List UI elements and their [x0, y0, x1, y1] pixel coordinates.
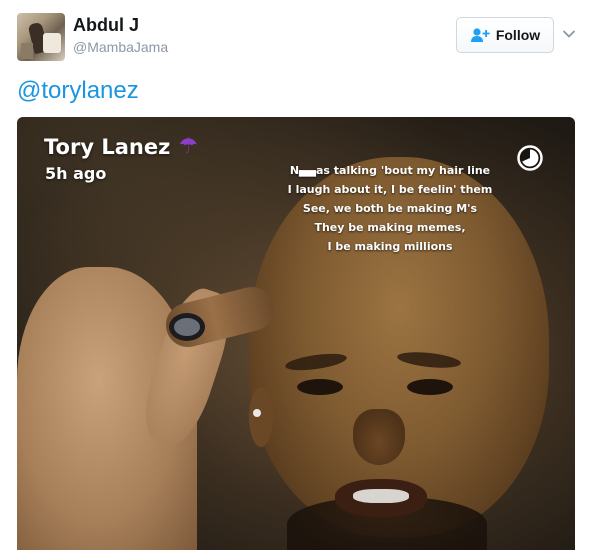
follow-button-label: Follow — [495, 27, 541, 43]
photo-eye — [297, 379, 343, 395]
tweet-card: Abdul J @MambaJama Follow @torylanez Tor… — [0, 0, 602, 550]
caption-line: I laugh about it, I be feelin' them — [287, 183, 493, 196]
snap-timer-icon — [516, 144, 544, 172]
photo-ear — [249, 387, 273, 447]
caption-line: They be making memes, — [314, 221, 466, 234]
photo-nose — [353, 409, 405, 465]
tweet-media-image[interactable]: Tory Lanez ☂ 5h ago N▄▄as talking 'bout … — [17, 117, 575, 550]
snap-username: Tory Lanez ☂ — [44, 134, 198, 159]
avatar-photo-detail — [43, 33, 61, 53]
user-handle[interactable]: @MambaJama — [73, 39, 168, 55]
photo-earring — [253, 409, 261, 417]
umbrella-icon: ☂ — [178, 134, 199, 159]
photo-teeth — [353, 489, 409, 503]
tweet-mention-link[interactable]: @torylanez — [17, 77, 139, 105]
follow-button[interactable]: Follow — [456, 17, 554, 53]
add-user-icon — [470, 27, 490, 43]
photo-ring — [169, 313, 205, 341]
snap-username-text: Tory Lanez — [44, 134, 171, 159]
caption-line: N▄▄as talking 'bout my hair line — [289, 164, 491, 177]
user-display-name[interactable]: Abdul J — [73, 15, 139, 36]
avatar[interactable] — [17, 13, 65, 61]
snap-caption: N▄▄as talking 'bout my hair line I laugh… — [275, 161, 505, 256]
snap-timestamp: 5h ago — [45, 164, 107, 183]
chevron-down-icon[interactable] — [561, 26, 577, 42]
caption-line: I be making millions — [327, 240, 453, 253]
caption-line: See, we both be making M's — [302, 202, 478, 215]
avatar-photo-detail — [21, 43, 33, 59]
photo-eye — [407, 379, 453, 395]
